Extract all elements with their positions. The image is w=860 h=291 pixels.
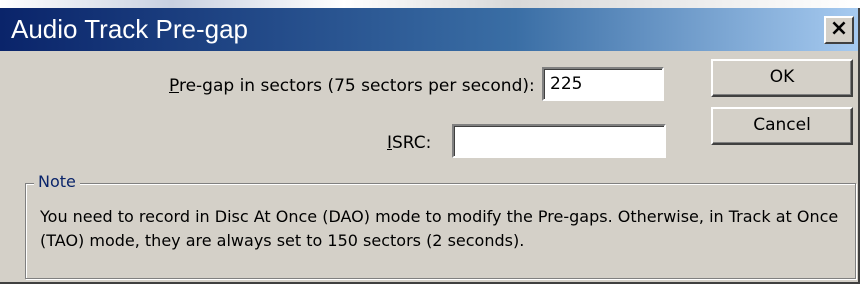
- pregap-dialog: Audio Track Pre-gap × Pre-gap in sectors…: [0, 8, 860, 284]
- cancel-button[interactable]: Cancel: [711, 107, 853, 145]
- close-icon: ×: [829, 16, 849, 41]
- isrc-input[interactable]: [452, 124, 666, 158]
- pregap-label: Pre-gap in sectors (75 sectors per secon…: [169, 76, 535, 96]
- isrc-label: ISRC:: [387, 133, 432, 153]
- note-text: You need to record in Disc At Once (DAO)…: [40, 207, 839, 250]
- note-legend: Note: [34, 172, 80, 191]
- window-title: Audio Track Pre-gap: [11, 14, 249, 44]
- pregap-input[interactable]: 225: [542, 67, 664, 101]
- title-bar[interactable]: Audio Track Pre-gap ×: [0, 8, 858, 51]
- pregap-value: 225: [550, 74, 583, 94]
- note-groupbox: Note You need to record in Disc At Once …: [25, 172, 856, 279]
- ok-button[interactable]: OK: [711, 59, 853, 97]
- close-button[interactable]: ×: [824, 16, 854, 44]
